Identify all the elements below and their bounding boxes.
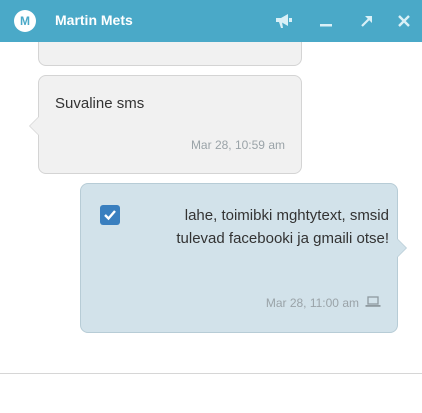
message-text: Suvaline sms: [55, 95, 145, 112]
avatar: M: [14, 10, 36, 32]
message-thread[interactable]: Suvaline sms Mar 28, 10:59 am lahe, toim…: [0, 42, 422, 373]
message-bubble-outgoing: lahe, toimibki mghtytext, smsid tulevad …: [80, 183, 407, 333]
message-text: lahe, toimibki mghtytext, smsid tulevad …: [176, 207, 389, 247]
minimize-icon[interactable]: [313, 8, 339, 34]
message-bubble-incoming: Suvaline sms Mar 28, 10:59 am: [29, 75, 302, 174]
megaphone-icon[interactable]: [271, 8, 297, 34]
message-bubble-incoming: [38, 42, 302, 66]
bubble-tail: [29, 116, 39, 136]
message-input[interactable]: [0, 374, 422, 413]
checkbox-checked-icon[interactable]: [100, 205, 120, 225]
message-timestamp: Mar 28, 11:00 am: [265, 296, 359, 310]
laptop-icon: [365, 295, 381, 313]
chat-header: M Martin Mets: [0, 0, 422, 42]
close-icon[interactable]: [391, 8, 417, 34]
message-timestamp: Mar 28, 10:59 am: [190, 138, 285, 152]
bubble-tail: [397, 238, 407, 258]
contact-name[interactable]: Martin Mets: [55, 12, 133, 28]
popout-icon[interactable]: [354, 8, 380, 34]
